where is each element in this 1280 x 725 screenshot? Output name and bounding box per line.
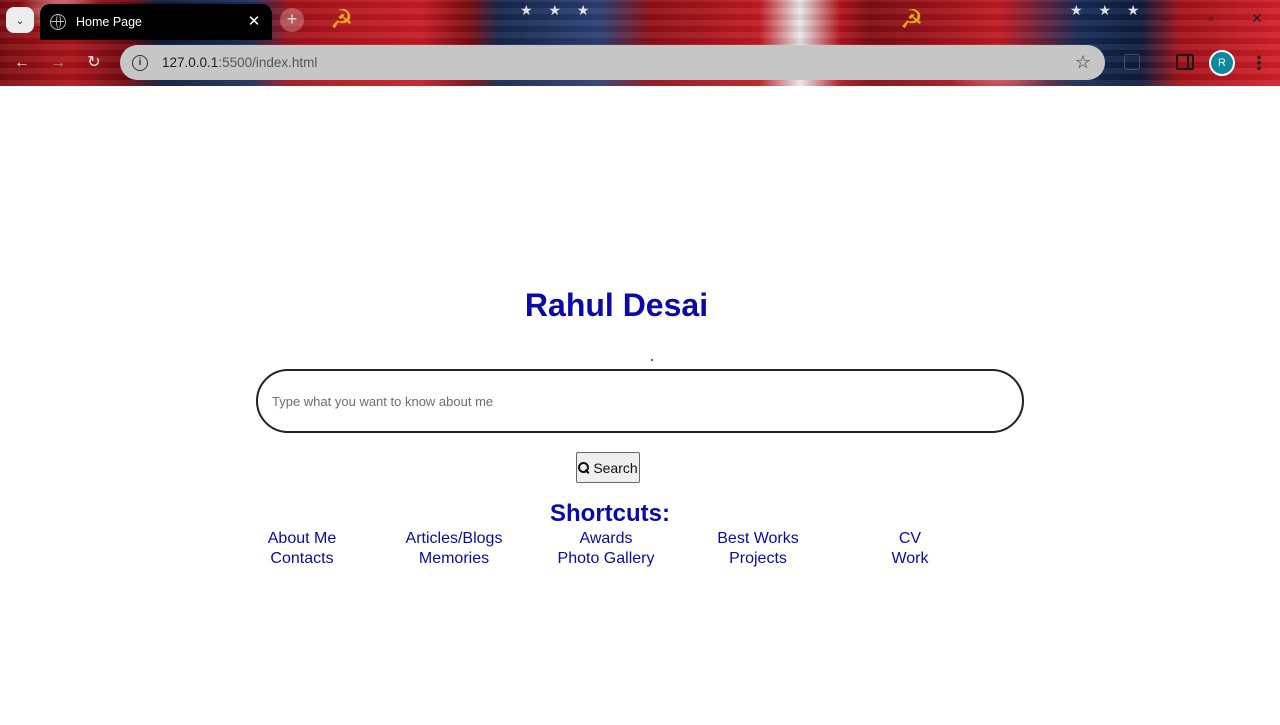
reload-icon[interactable]: ↻ bbox=[82, 51, 106, 75]
close-icon[interactable]: ✕ bbox=[246, 14, 262, 30]
forward-arrow-icon[interactable]: → bbox=[46, 51, 70, 75]
shortcut-articles-blogs[interactable]: Articles/Blogs bbox=[374, 530, 534, 548]
shortcut-contacts[interactable]: Contacts bbox=[222, 550, 382, 568]
kebab-menu-icon[interactable]: ⋮ bbox=[1250, 50, 1268, 76]
profile-avatar[interactable]: R bbox=[1209, 50, 1235, 76]
tab-title: Home Page bbox=[76, 15, 143, 29]
extensions-icon[interactable] bbox=[1124, 54, 1140, 70]
shortcut-cv[interactable]: CV bbox=[830, 530, 990, 548]
search-button[interactable]: Search bbox=[576, 452, 640, 483]
url-text[interactable]: 127.0.0.1:5500/index.html bbox=[162, 55, 1073, 70]
url-host: 127.0.0.1 bbox=[162, 55, 219, 70]
side-panel-icon[interactable] bbox=[1176, 54, 1194, 70]
url-path: :5500/index.html bbox=[218, 55, 318, 70]
shortcuts-heading: Shortcuts: bbox=[550, 500, 670, 527]
chevron-down-icon: ⌄ bbox=[15, 14, 25, 27]
page-title: Rahul Desai bbox=[524, 287, 709, 323]
shortcut-awards[interactable]: Awards bbox=[526, 530, 686, 548]
address-bar[interactable]: i 127.0.0.1:5500/index.html ☆ bbox=[120, 45, 1105, 80]
back-arrow-icon[interactable]: ← bbox=[10, 51, 34, 75]
shortcut-work[interactable]: Work bbox=[830, 550, 990, 568]
browser-toolbar: ← → ↻ i 127.0.0.1:5500/index.html ☆ R ⋮ bbox=[0, 40, 1280, 86]
shortcut-memories[interactable]: Memories bbox=[374, 550, 534, 568]
new-tab-button[interactable]: + bbox=[280, 8, 304, 32]
globe-icon bbox=[50, 14, 66, 30]
close-window-icon[interactable]: ✕ bbox=[1247, 10, 1267, 27]
shortcut-projects[interactable]: Projects bbox=[678, 550, 838, 568]
tab-search-button[interactable]: ⌄ bbox=[6, 7, 34, 33]
search-icon bbox=[578, 461, 590, 474]
minimize-icon[interactable]: – bbox=[1156, 10, 1176, 26]
search-button-label: Search bbox=[593, 459, 638, 476]
stray-dot bbox=[651, 359, 653, 361]
tab-strip: ⌄ Home Page ✕ + – ▫ ✕ bbox=[0, 0, 1280, 40]
browser-chrome: ★ ★ ★ ★ ★ ★ ★ ★ ★ ☭ ☭ ⌄ Home Page ✕ + – … bbox=[0, 0, 1280, 86]
shortcut-best-works[interactable]: Best Works bbox=[678, 530, 838, 548]
tab-home-page[interactable]: Home Page ✕ bbox=[40, 4, 272, 40]
search-input[interactable] bbox=[256, 369, 1024, 433]
shortcut-photo-gallery[interactable]: Photo Gallery bbox=[526, 550, 686, 568]
bookmark-star-icon[interactable]: ☆ bbox=[1073, 52, 1093, 73]
shortcut-about-me[interactable]: About Me bbox=[222, 530, 382, 548]
maximize-icon[interactable]: ▫ bbox=[1201, 10, 1221, 26]
site-info-icon[interactable]: i bbox=[132, 54, 148, 71]
